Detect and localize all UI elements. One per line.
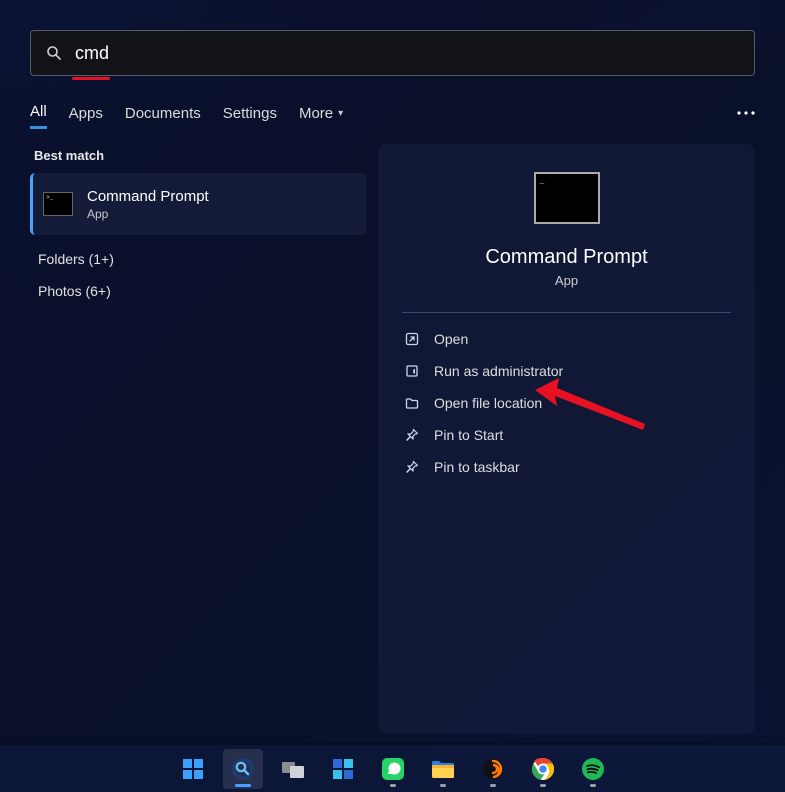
action-label: Open file location xyxy=(434,395,542,411)
taskbar xyxy=(0,744,785,792)
octave-icon[interactable] xyxy=(473,749,513,789)
tab-label: Documents xyxy=(125,105,201,122)
action-open-file-location[interactable]: Open file location xyxy=(402,387,731,419)
best-match-heading: Best match xyxy=(34,148,362,163)
action-label: Pin to taskbar xyxy=(434,459,520,475)
whatsapp-icon[interactable] xyxy=(373,749,413,789)
spotify-icon[interactable] xyxy=(573,749,613,789)
tab-more[interactable]: More ▾ xyxy=(299,99,343,128)
chevron-down-icon: ▾ xyxy=(338,108,343,119)
tab-label: More xyxy=(299,105,333,122)
cmd-icon xyxy=(534,172,600,224)
result-subtitle: App xyxy=(87,207,209,221)
divider xyxy=(402,312,731,313)
task-view-button[interactable] xyxy=(273,749,313,789)
tab-label: Apps xyxy=(69,105,103,122)
start-search-panel: All Apps Documents Settings More ▾ Best … xyxy=(0,0,785,744)
action-label: Open xyxy=(434,331,468,347)
overflow-menu-button[interactable] xyxy=(737,111,755,115)
action-run-as-admin[interactable]: Run as administrator xyxy=(402,355,731,387)
widgets-button[interactable] xyxy=(323,749,363,789)
folder-icon xyxy=(404,395,420,411)
pin-icon xyxy=(404,459,420,475)
detail-title: Command Prompt xyxy=(402,246,731,269)
search-input[interactable] xyxy=(75,43,740,64)
detail-panel: Command Prompt App Open Run as administr… xyxy=(378,144,755,734)
results-column: Best match Command Prompt App Folders (1… xyxy=(30,144,366,744)
tab-label: Settings xyxy=(223,105,277,122)
tab-documents[interactable]: Documents xyxy=(125,99,201,128)
start-button[interactable] xyxy=(173,749,213,789)
tab-label: All xyxy=(30,103,47,120)
search-icon xyxy=(45,44,63,62)
file-explorer-icon[interactable] xyxy=(423,749,463,789)
filter-tabs: All Apps Documents Settings More ▾ xyxy=(30,96,755,130)
chrome-icon[interactable] xyxy=(523,749,563,789)
pin-icon xyxy=(404,427,420,443)
tab-apps[interactable]: Apps xyxy=(69,99,103,128)
tab-settings[interactable]: Settings xyxy=(223,99,277,128)
result-command-prompt[interactable]: Command Prompt App xyxy=(30,173,366,235)
annotation-underline xyxy=(72,77,110,80)
tab-all[interactable]: All xyxy=(30,97,47,129)
open-icon xyxy=(404,331,420,347)
group-folders[interactable]: Folders (1+) xyxy=(38,251,362,267)
action-label: Pin to Start xyxy=(434,427,503,443)
result-title: Command Prompt xyxy=(87,188,209,205)
action-label: Run as administrator xyxy=(434,363,563,379)
search-box[interactable] xyxy=(30,30,755,76)
shield-icon xyxy=(404,363,420,379)
action-open[interactable]: Open xyxy=(402,323,731,355)
search-button[interactable] xyxy=(223,749,263,789)
action-pin-to-start[interactable]: Pin to Start xyxy=(402,419,731,451)
detail-subtitle: App xyxy=(402,273,731,288)
action-pin-to-taskbar[interactable]: Pin to taskbar xyxy=(402,451,731,483)
cmd-icon xyxy=(43,192,73,216)
group-photos[interactable]: Photos (6+) xyxy=(38,283,362,299)
